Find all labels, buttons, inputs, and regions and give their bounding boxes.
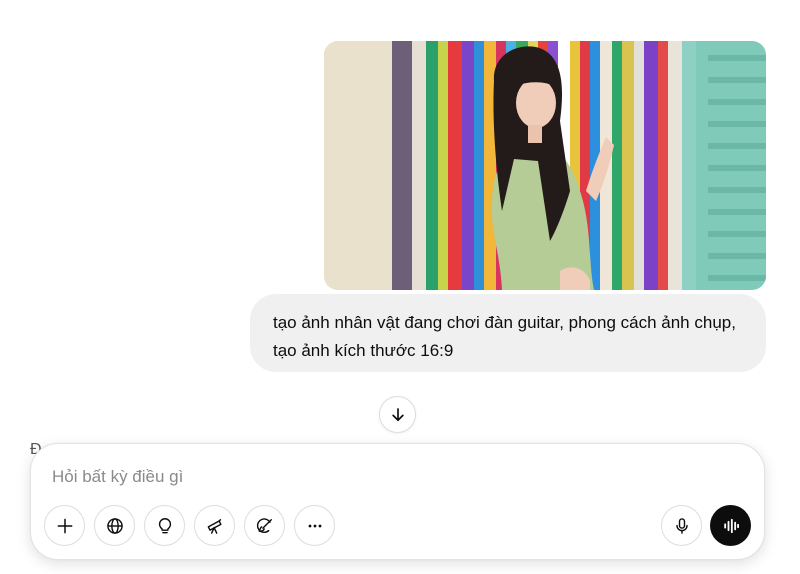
more-tools-button[interactable] xyxy=(294,505,335,546)
microphone-icon xyxy=(675,517,688,534)
voice-mode-button[interactable] xyxy=(710,505,751,546)
add-attachment-button[interactable] xyxy=(44,505,85,546)
globe-icon xyxy=(106,517,123,534)
dictate-button[interactable] xyxy=(661,505,702,546)
paint-brush-icon xyxy=(256,517,272,533)
plus-icon xyxy=(57,518,72,533)
prompt-input[interactable] xyxy=(52,464,652,490)
telescope-icon xyxy=(207,518,222,534)
lightbulb-icon xyxy=(158,517,171,533)
uploaded-image[interactable] xyxy=(324,41,766,290)
create-image-button[interactable] xyxy=(244,505,285,546)
reason-button[interactable] xyxy=(144,505,185,546)
voice-waveform-icon xyxy=(723,518,739,533)
arrow-down-icon xyxy=(391,407,404,421)
composer xyxy=(30,443,765,560)
user-message-bubble: tạo ảnh nhân vật đang chơi đàn guitar, p… xyxy=(250,294,766,372)
deep-research-button[interactable] xyxy=(194,505,235,546)
user-message-text: tạo ảnh nhân vật đang chơi đàn guitar, p… xyxy=(273,313,736,360)
scroll-to-bottom-button[interactable] xyxy=(379,396,416,433)
web-search-button[interactable] xyxy=(94,505,135,546)
photo-thumbnail xyxy=(324,41,766,290)
more-icon xyxy=(308,524,321,527)
